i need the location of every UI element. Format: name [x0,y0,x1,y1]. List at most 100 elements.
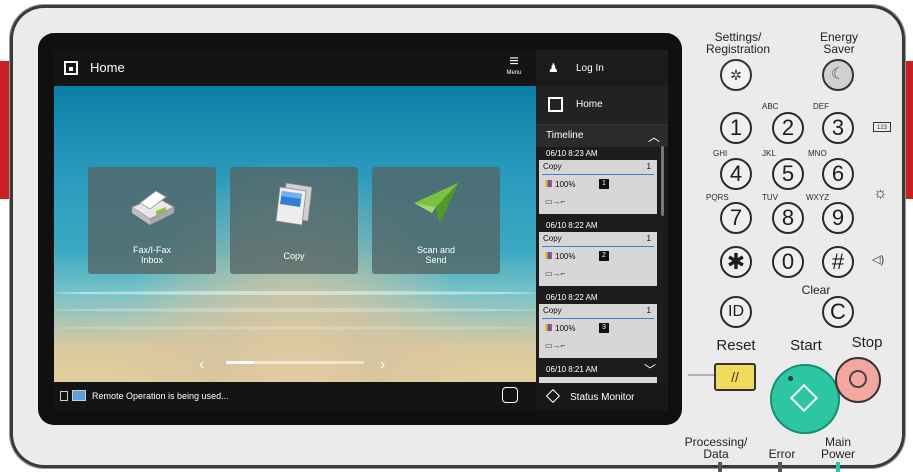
user-key-icon: ♟ [548,61,559,75]
remote-monitor-icon [72,390,86,401]
color-mode-icon [545,324,552,331]
stop-icon [849,370,867,388]
key-star[interactable]: ✱ [720,246,752,278]
energy-saver-button[interactable]: ☾ [822,59,854,91]
copy-icon [275,182,313,226]
start-indicator-led [788,376,793,381]
settings-registration-label: Settings/ Registration [705,30,771,56]
duplex-icon: ▭→⌐ [545,341,566,350]
key-letters: MNO [808,149,827,158]
moon-icon: ☾ [830,66,846,83]
job-divider [542,174,654,175]
key-5[interactable]: 5 [772,158,804,190]
key-hash[interactable]: # [822,246,854,278]
timeline-job[interactable]: Copy 1 100% 2 ▭→⌐ [539,232,657,286]
timeline-job-partial[interactable] [539,377,657,383]
counter-check-icon[interactable]: 123 [873,122,891,132]
key-0[interactable]: 0 [772,246,804,278]
status-message: Remote Operation is being used... [92,391,229,401]
stop-label: Stop [851,334,883,351]
key-letters: DEF [813,102,829,111]
clear-button[interactable]: C [822,296,854,328]
job-count: 1 [646,306,651,315]
job-percent: 100% [555,324,576,333]
color-mode-icon [545,180,552,187]
login-label: Log In [576,63,604,74]
wave-decoration [54,291,536,295]
menu-label: Menu [506,70,522,76]
id-button[interactable]: ID [720,296,752,328]
job-divider [542,318,654,319]
key-1[interactable]: 1 [720,112,752,144]
main-power-led [836,462,840,472]
volume-icon[interactable]: ◁) [872,253,884,266]
job-number-badge: 3 [599,323,609,333]
key-letters: ABC [762,102,779,111]
tile-scan-and-send[interactable]: Scan and Send [372,167,500,274]
timeline-job[interactable]: Copy 1 100% 3 ▭→⌐ [539,304,657,358]
page-next-arrow[interactable]: › [380,356,385,374]
timeline-header[interactable]: Timeline ︿ [536,125,668,147]
sidebar: ♟ Log In Home Timeline ︿ 06/10 8:23 AM C… [536,50,668,410]
tile-fax-inbox[interactable]: Fax/I-Fax Inbox [88,167,216,274]
page-prev-arrow[interactable]: ‹ [199,356,204,374]
remote-operation-icon[interactable] [502,387,518,403]
reset-indicator-line [688,374,714,376]
status-monitor-icon [545,388,561,404]
timeline-label: Timeline [546,130,584,141]
job-divider [542,246,654,247]
wave-decoration [54,308,536,312]
stop-button[interactable] [835,357,881,403]
key-2[interactable]: 2 [772,112,804,144]
key-8[interactable]: 8 [772,202,804,234]
page-title: Home [90,60,125,75]
energy-saver-label: Energy Saver [819,30,859,56]
chevron-down-icon[interactable]: ﹀ [644,361,656,378]
key-9[interactable]: 9 [822,202,854,234]
job-number-badge: 2 [599,251,609,261]
status-monitor-label: Status Monitor [570,392,635,403]
gear-icon: ✲ [730,67,742,83]
processing-data-label: Processing/ Data [684,435,748,461]
page-indicator [226,361,364,364]
menu-button[interactable]: ≡ Menu [499,53,529,83]
wave-decoration [54,326,536,330]
hamburger-icon: ≡ [509,53,519,70]
job-time: 06/10 8:22 AM [546,221,598,230]
job-time: 06/10 8:23 AM [546,149,598,158]
error-led [778,462,782,472]
status-monitor-button[interactable]: Status Monitor [536,384,668,410]
sidebar-home-button[interactable]: Home [536,86,668,125]
job-type: Copy [543,162,562,171]
job-type: Copy [543,234,562,243]
tile-label: Fax/I-Fax Inbox [132,245,171,265]
error-label: Error [768,447,796,461]
main-power-label: Main Power [820,435,855,461]
job-type: Copy [543,306,562,315]
key-letters: JKL [762,149,776,158]
settings-registration-button[interactable]: ✲ [720,59,752,91]
job-percent: 100% [555,252,576,261]
key-4[interactable]: 4 [720,158,752,190]
key-7[interactable]: 7 [720,202,752,234]
home-topbar: Home ≡ Menu [54,50,536,86]
scan-send-icon [414,183,458,223]
start-label: Start [790,337,822,354]
status-bar: Remote Operation is being used... [54,382,536,410]
login-button[interactable]: ♟ Log In [536,50,668,87]
tile-copy[interactable]: Copy [230,167,358,274]
start-button[interactable] [770,364,840,434]
key-3[interactable]: 3 [822,112,854,144]
key-6[interactable]: 6 [822,158,854,190]
duplex-icon: ▭→⌐ [545,269,566,278]
chevron-up-icon[interactable]: ︿ [648,128,660,145]
reset-button[interactable]: // [714,363,756,391]
job-number-badge: 1 [599,179,609,189]
lock-icon [60,391,68,401]
timeline-scrollbar[interactable] [661,146,664,216]
brightness-icon[interactable]: ☼ [873,185,888,203]
timeline-job[interactable]: Copy 1 100% 1 ▭→⌐ [539,160,657,214]
reset-icon: // [731,369,739,385]
job-percent: 100% [555,180,576,189]
start-icon [789,383,819,413]
